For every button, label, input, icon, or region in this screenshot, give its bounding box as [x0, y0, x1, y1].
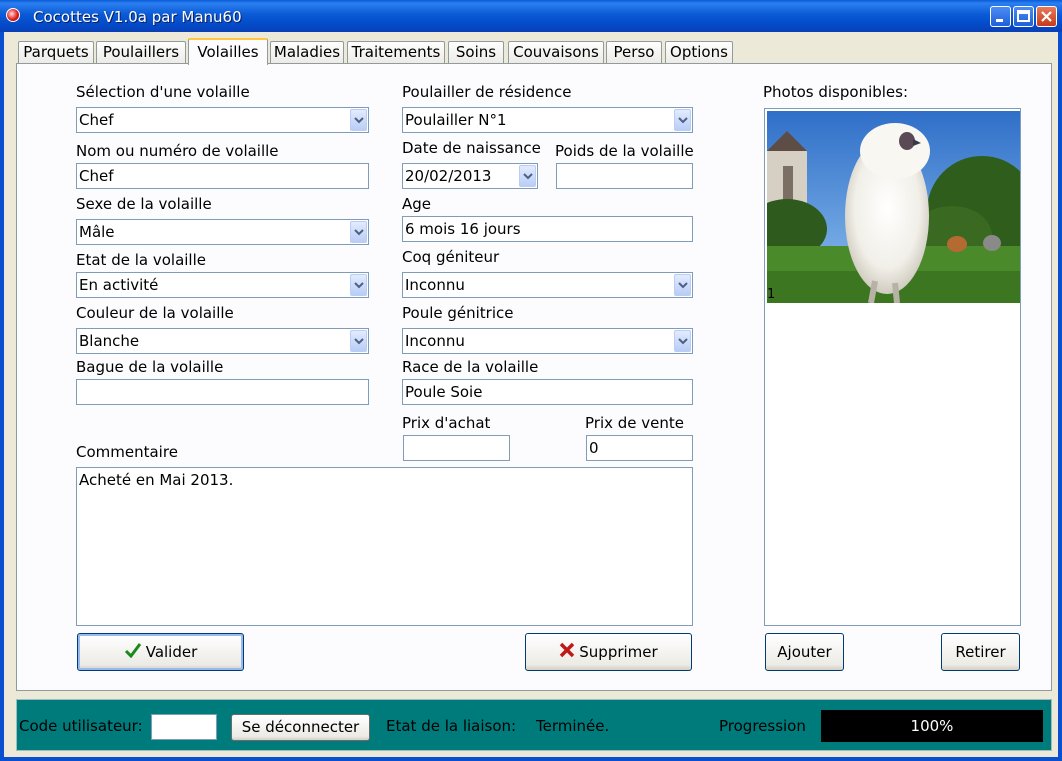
couleur-combo[interactable]: Blanche: [76, 328, 369, 354]
chevron-down-icon: [354, 229, 364, 236]
sexe-value: Mâle: [79, 223, 115, 241]
valider-button[interactable]: Valider: [77, 633, 244, 671]
maximize-button[interactable]: [1013, 6, 1034, 27]
maximize-icon: [1017, 10, 1030, 22]
poule-combo[interactable]: Inconnu: [402, 328, 693, 354]
chevron-down-icon: [354, 282, 364, 289]
prix-vente-label: Prix de vente: [585, 414, 685, 432]
delete-x-icon: [559, 635, 575, 671]
poule-value: Inconnu: [405, 332, 465, 350]
tab-options[interactable]: Options: [665, 41, 733, 63]
coq-value: Inconnu: [405, 276, 465, 294]
code-utilisateur-input[interactable]: [151, 714, 217, 740]
coq-dropdown-button[interactable]: [674, 274, 691, 296]
sexe-combo[interactable]: Mâle: [76, 219, 369, 245]
code-utilisateur-label: Code utilisateur:: [19, 717, 143, 735]
chevron-down-icon: [678, 282, 688, 289]
etat-combo[interactable]: En activité: [76, 272, 369, 298]
chevron-down-icon: [354, 338, 364, 345]
tab-perso[interactable]: Perso: [606, 41, 662, 63]
bague-label: Bague de la volaille: [76, 358, 224, 376]
silkie-chicken-photo[interactable]: [767, 111, 1020, 303]
checkmark-icon: [124, 635, 142, 671]
couleur-label: Couleur de la volaille: [76, 304, 234, 322]
tab-couvaisons[interactable]: Couvaisons: [508, 41, 604, 63]
valider-label: Valider: [145, 643, 198, 661]
window-frame-left: [0, 32, 4, 761]
progression-label: Progression: [719, 717, 806, 735]
coq-combo[interactable]: Inconnu: [402, 272, 693, 298]
window-frame-bottom: [0, 757, 1062, 761]
photos-list[interactable]: 1: [764, 108, 1021, 626]
poulailler-dropdown-button[interactable]: [674, 109, 691, 131]
close-icon: [1041, 11, 1052, 22]
nom-label: Nom ou numéro de volaille: [76, 142, 279, 160]
status-bar: Code utilisateur: Se déconnecter Etat de…: [16, 699, 1052, 751]
couleur-dropdown-button[interactable]: [350, 330, 367, 352]
chevron-down-icon: [523, 173, 533, 180]
couleur-value: Blanche: [79, 332, 140, 350]
app-window: Cocottes V1.0a par Manu60 Parquets Poula…: [0, 0, 1062, 761]
supprimer-label: Supprimer: [579, 643, 658, 661]
tab-volailles[interactable]: Volailles: [188, 38, 268, 65]
date-dropdown-button[interactable]: [519, 165, 536, 187]
tab-traitements[interactable]: Traitements: [347, 41, 445, 63]
selection-dropdown-button[interactable]: [350, 109, 367, 131]
sexe-dropdown-button[interactable]: [350, 221, 367, 243]
chevron-down-icon: [678, 338, 688, 345]
minimize-button[interactable]: [990, 6, 1011, 27]
window-frame-right: [1058, 32, 1062, 761]
poids-label: Poids de la volaille: [555, 142, 694, 160]
bague-input[interactable]: [76, 379, 369, 405]
commentaire-label: Commentaire: [76, 443, 178, 461]
selection-combo[interactable]: Chef: [76, 107, 369, 133]
title-bar[interactable]: Cocottes V1.0a par Manu60: [0, 0, 1062, 32]
tab-poulaillers[interactable]: Poulaillers: [96, 41, 186, 63]
window-title: Cocottes V1.0a par Manu60: [33, 8, 242, 26]
close-button[interactable]: [1036, 6, 1057, 27]
sexe-label: Sexe de la volaille: [76, 195, 212, 213]
ajouter-button[interactable]: Ajouter: [765, 633, 844, 671]
coq-label: Coq géniteur: [402, 248, 500, 266]
minimize-icon: [996, 19, 1003, 22]
se-deconnecter-button[interactable]: Se déconnecter: [231, 714, 370, 741]
chevron-down-icon: [354, 117, 364, 124]
race-label: Race de la volaille: [402, 358, 539, 376]
poulailler-label: Poulailler de résidence: [402, 83, 572, 101]
date-label: Date de naissance: [402, 139, 541, 157]
poulailler-combo[interactable]: Poulailler N°1: [402, 107, 693, 133]
photo-number: 1: [767, 287, 776, 302]
race-input[interactable]: Poule Soie: [402, 379, 693, 405]
poule-dropdown-button[interactable]: [674, 330, 691, 352]
prix-vente-input[interactable]: 0: [586, 435, 693, 461]
nom-input[interactable]: Chef: [76, 163, 369, 189]
etat-dropdown-button[interactable]: [350, 274, 367, 296]
app-icon[interactable]: [6, 8, 20, 22]
progress-bar: 100%: [821, 710, 1043, 742]
date-picker[interactable]: 20/02/2013: [402, 163, 538, 189]
supprimer-button[interactable]: Supprimer: [525, 633, 692, 671]
retirer-button[interactable]: Retirer: [941, 633, 1020, 671]
poule-label: Poule génitrice: [402, 304, 514, 322]
poids-input[interactable]: [556, 163, 693, 189]
selection-value: Chef: [79, 111, 114, 129]
prix-achat-input[interactable]: [403, 435, 510, 461]
tab-parquets[interactable]: Parquets: [18, 41, 94, 63]
date-value: 20/02/2013: [405, 167, 492, 185]
photos-label: Photos disponibles:: [763, 83, 909, 101]
etat-value: En activité: [79, 276, 159, 294]
prix-achat-label: Prix d'achat: [402, 414, 491, 432]
age-label: Age: [402, 195, 432, 213]
commentaire-textarea[interactable]: Acheté en Mai 2013.: [76, 467, 693, 626]
selection-label: Sélection d'une volaille: [76, 83, 250, 101]
poulailler-value: Poulailler N°1: [405, 111, 507, 129]
etat-label: Etat de la volaille: [76, 251, 206, 269]
age-input[interactable]: 6 mois 16 jours: [402, 216, 693, 242]
liaison-value: Terminée.: [536, 717, 610, 735]
chevron-down-icon: [678, 117, 688, 124]
tab-soins[interactable]: Soins: [448, 41, 504, 63]
liaison-label: Etat de la liaison:: [386, 717, 517, 735]
tab-maladies[interactable]: Maladies: [270, 41, 344, 63]
